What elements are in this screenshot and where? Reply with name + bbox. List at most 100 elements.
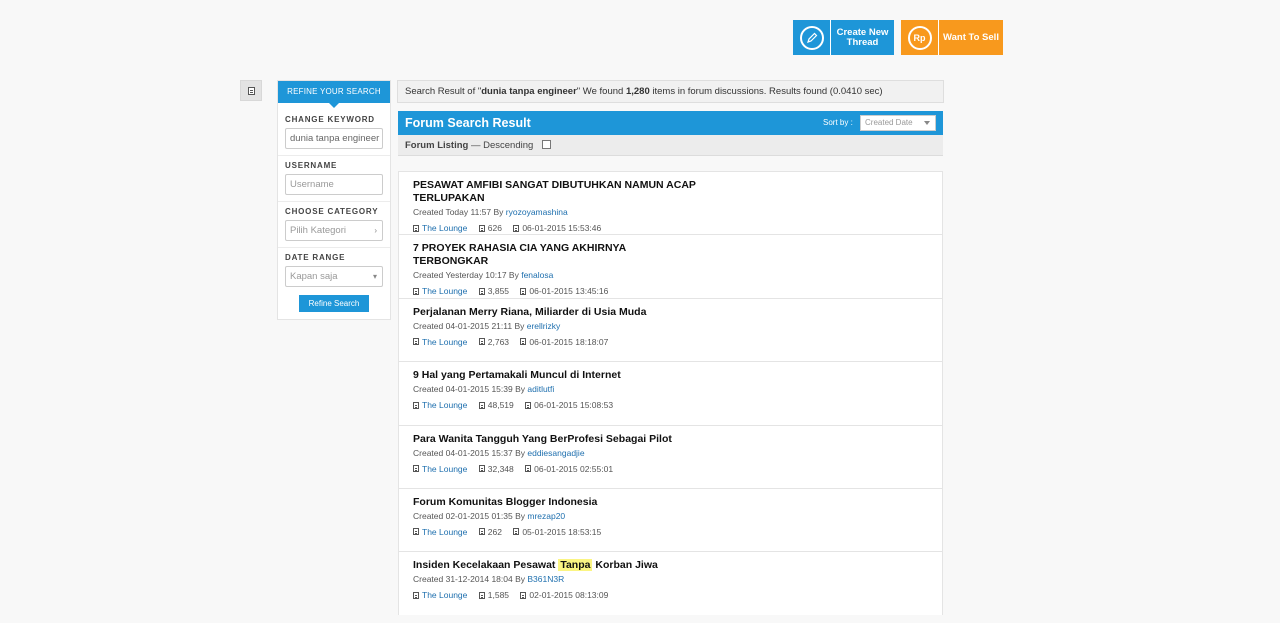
thread-title-link[interactable]: 9 Hal yang Pertamakali Muncul di Interne… [413,369,698,382]
views-icon [478,338,485,346]
forum-link[interactable]: The Lounge [422,222,467,234]
thread-title-link[interactable]: Insiden Kecelakaan Pesawat Tanpa Korban … [413,559,698,572]
thread-title-link[interactable]: Para Wanita Tangguh Yang BerProfesi Seba… [413,433,698,446]
result-item: 9 Hal yang Pertamakali Muncul di Interne… [398,361,943,425]
date-range-group: DATE RANGE Kapan saja ▾ [278,248,390,287]
author-link[interactable]: eddiesangadjie [527,448,584,458]
calendar-icon [513,224,520,232]
created-text: Created 04-01-2015 15:37 By [413,447,528,458]
category-label: CHOOSE CATEGORY [285,207,379,216]
create-thread-button[interactable]: Create New Thread [793,20,894,55]
results-list: PESAWAT AMFIBI SANGAT DIBUTUHKAN NAMUN A… [398,171,943,615]
rupiah-icon: Rp [901,20,939,55]
created-text: Created 04-01-2015 15:39 By [413,384,528,395]
chevron-right-icon: › [374,226,377,235]
username-group: USERNAME Username [278,156,390,202]
calendar-icon [520,338,527,346]
last-post-date: 06-01-2015 15:08:53 [534,400,614,411]
author-link[interactable]: mrezap20 [527,511,565,521]
summary-mid: " We found [576,86,626,97]
calendar-icon [513,528,520,536]
views-icon [478,591,485,599]
result-item: Insiden Kecelakaan Pesawat Tanpa Korban … [398,551,943,615]
summary-query: dunia tanpa engineer [481,86,577,97]
username-label: USERNAME [285,161,338,170]
want-to-sell-button[interactable]: Rp Want To Sell [901,20,1003,55]
last-post-date: 06-01-2015 02:55:01 [534,463,614,474]
forum-link[interactable]: The Lounge [422,285,467,297]
summary-suffix: items in forum discussions. Results foun… [649,86,883,97]
thread-title-link[interactable]: PESAWAT AMFIBI SANGAT DIBUTUHKAN NAMUN A… [413,179,698,205]
last-post-date: 06-01-2015 13:45:16 [529,286,609,297]
views-icon [478,224,485,232]
category-value: Pilih Kategori [290,225,346,236]
order-toggle-checkbox[interactable] [541,140,551,149]
forum-icon [413,224,419,232]
chevron-down-icon: ▾ [372,272,377,281]
views-icon [478,465,485,473]
forum-link[interactable]: The Lounge [422,589,467,601]
views-icon [478,528,485,536]
sidebar-toggle-button[interactable] [240,80,262,101]
created-text: Created 02-01-2015 01:35 By [413,510,528,521]
thread-title-link[interactable]: Forum Komunitas Blogger Indonesia [413,496,698,509]
create-thread-label: Create New Thread [836,27,889,48]
refine-search-button[interactable]: Refine Search [299,295,369,312]
dropdown-arrow-icon [924,121,930,125]
want-to-sell-label: Want To Sell [943,32,999,43]
rupiah-symbol: Rp [907,25,932,50]
sort-label: Sort by : [823,118,853,127]
author-link[interactable]: fenalosa [521,270,553,280]
views-count: 262 [487,526,502,537]
last-post-date: 06-01-2015 15:53:46 [522,223,602,233]
date-range-select[interactable]: Kapan saja ▾ [285,266,383,287]
author-link[interactable]: B361N3R [527,574,564,584]
date-range-label: DATE RANGE [285,253,346,262]
summary-count: 1,280 [625,86,650,97]
calendar-icon [520,287,527,295]
username-input[interactable]: Username [285,174,383,195]
author-link[interactable]: erellrizky [527,321,561,331]
refine-search-tab[interactable]: REFINE YOUR SEARCH [278,81,390,108]
thread-title-link[interactable]: 7 PROYEK RAHASIA CIA YANG AKHIRNYA TERBO… [413,242,698,268]
results-title: Forum Search Result [405,116,531,130]
refine-search-panel: REFINE YOUR SEARCH CHANGE KEYWORD dunia … [277,80,391,320]
pencil-icon [793,20,831,55]
category-select[interactable]: Pilih Kategori › [285,220,383,241]
created-text: Created Yesterday 10:17 By [413,270,522,281]
forum-icon [413,591,419,599]
summary-prefix: Search Result of " [405,86,482,97]
title-part: Insiden Kecelakaan Pesawat [413,559,559,572]
last-post-date: 05-01-2015 18:53:15 [522,526,602,537]
forum-icon [413,528,419,536]
search-summary: Search Result of "dunia tanpa engineer" … [397,80,944,103]
sort-select[interactable]: Created Date [860,115,936,131]
author-link[interactable]: aditlutfi [527,384,554,394]
views-count: 2,763 [487,336,510,347]
document-icon [247,86,255,95]
views-count: 1,585 [487,590,510,601]
calendar-icon [520,591,527,599]
keyword-input[interactable]: dunia tanpa engineer [285,128,383,149]
forum-icon [413,401,419,409]
date-range-value: Kapan saja [290,271,338,282]
result-item: Perjalanan Merry Riana, Miliarder di Usi… [398,297,943,362]
author-link[interactable]: ryozoyamashina [506,207,568,217]
results-header: Forum Search Result Sort by : Created Da… [398,111,943,135]
keyword-group: CHANGE KEYWORD dunia tanpa engineer [278,103,390,156]
thread-title-link[interactable]: Perjalanan Merry Riana, Miliarder di Usi… [413,306,698,319]
views-icon [478,287,485,295]
forum-link[interactable]: The Lounge [422,399,467,411]
forum-icon [413,338,419,346]
views-count: 3,855 [487,286,510,297]
created-text: Created 04-01-2015 21:11 By [413,320,527,331]
forum-listing-bar: Forum Listing — Descending [398,135,943,156]
forum-link[interactable]: The Lounge [422,526,467,538]
forum-link[interactable]: The Lounge [422,336,467,348]
forum-link[interactable]: The Lounge [422,463,467,475]
forum-icon [413,287,419,295]
result-item: 7 PROYEK RAHASIA CIA YANG AKHIRNYA TERBO… [398,234,943,298]
sort-value: Created Date [865,118,913,127]
views-count: 626 [487,223,502,233]
result-item: Forum Komunitas Blogger Indonesia Create… [398,487,943,552]
